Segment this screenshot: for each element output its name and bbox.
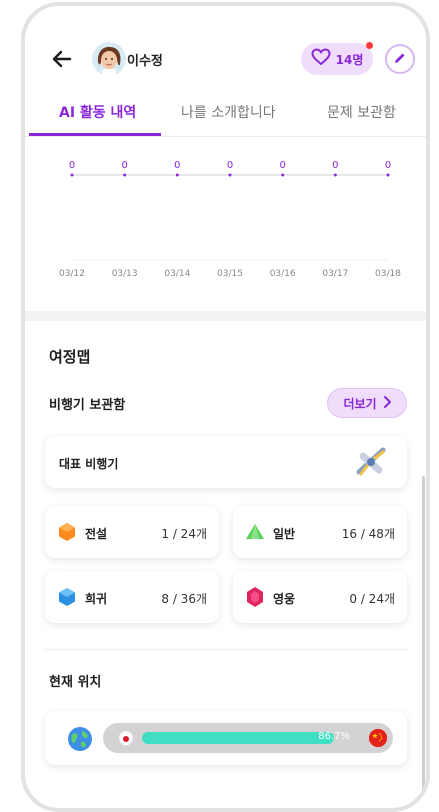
red-gem-icon	[245, 586, 265, 612]
tab-introduce-me[interactable]: 나를 소개합니다	[181, 102, 276, 122]
data-label: 0	[279, 160, 285, 171]
globe-icon	[67, 726, 93, 756]
tab-problem-archive[interactable]: 문제 보관함	[327, 102, 396, 122]
representative-plane-label: 대표 비행기	[59, 457, 119, 471]
profile-screen: 이수정 14명 AI 활동 내역 나를 소개합니다 문제 보관함 0 03/12 0…	[25, 6, 426, 806]
data-point	[228, 173, 232, 177]
x-tick-label: 03/12	[59, 269, 85, 279]
grade-name: 희귀	[85, 592, 108, 606]
active-tab-indicator	[29, 133, 161, 136]
back-arrow-icon[interactable]	[49, 46, 75, 72]
profile-tabs: AI 활동 내역 나를 소개합니다 문제 보관함	[25, 94, 426, 137]
grade-count: 16 / 48개	[341, 527, 395, 541]
representative-plane-card[interactable]: 대표 비행기	[45, 436, 407, 488]
current-location-title: 현재 위치	[49, 675, 102, 690]
x-tick-label: 03/16	[270, 269, 296, 279]
x-tick-label: 03/14	[164, 269, 190, 279]
journey-map-title: 여정맵	[49, 348, 91, 366]
pencil-icon	[393, 50, 407, 69]
data-label: 0	[227, 160, 233, 171]
divider	[45, 649, 407, 650]
orange-hexagon-gem-icon	[57, 522, 77, 546]
x-tick-label: 03/17	[322, 269, 348, 279]
data-point	[175, 173, 179, 177]
data-label: 0	[332, 160, 338, 171]
more-button[interactable]: 더보기	[327, 388, 407, 418]
avatar[interactable]	[92, 42, 126, 76]
data-point	[281, 173, 285, 177]
chevron-right-icon	[383, 395, 391, 411]
grade-name: 일반	[273, 527, 296, 541]
x-tick-label: 03/15	[217, 269, 243, 279]
heart-outline-icon	[311, 48, 331, 70]
tab-ai-activity[interactable]: AI 활동 내역	[59, 102, 136, 122]
grade-count: 8 / 36개	[161, 592, 207, 606]
x-tick-label: 03/13	[112, 269, 138, 279]
phone-frame: 이수정 14명 AI 활동 내역 나를 소개합니다 문제 보관함 0 03/12 0…	[21, 2, 430, 812]
grade-name: 전설	[85, 527, 108, 541]
more-button-label: 더보기	[343, 396, 377, 411]
progress-percent: 86.7%	[318, 731, 350, 742]
activity-chart: 0 03/12 0 03/13 0 03/14 0 03/15 0 03/16 0 03/17 0 03/…	[25, 146, 426, 306]
japan-flag-icon	[119, 731, 133, 746]
section-divider	[25, 311, 426, 321]
data-label: 0	[69, 160, 75, 171]
grade-card-common[interactable]: 일반 16 / 48개	[233, 506, 407, 558]
like-count: 14명	[335, 52, 364, 67]
activity-line-chart: 0 03/12 0 03/13 0 03/14 0 03/15 0 03/16 0 03/17 0 03/…	[59, 160, 401, 279]
x-tick-label: 03/18	[375, 269, 401, 279]
location-progress-bar: 86.7%	[103, 723, 393, 753]
edit-profile-button[interactable]	[385, 44, 415, 74]
grade-card-hero[interactable]: 영웅 0 / 24개	[233, 571, 407, 623]
blue-hexagon-gem-icon	[57, 587, 77, 611]
grade-card-rare[interactable]: 희귀 8 / 36개	[45, 571, 219, 623]
notification-dot	[366, 42, 373, 49]
data-point	[386, 173, 390, 177]
grade-count: 0 / 24개	[349, 592, 395, 606]
data-label: 0	[385, 160, 391, 171]
data-label: 0	[174, 160, 180, 171]
green-triangle-gem-icon	[245, 522, 265, 546]
grade-card-legend[interactable]: 전설 1 / 24개	[45, 506, 219, 558]
china-flag-icon	[369, 729, 387, 747]
data-point	[333, 173, 337, 177]
like-count-button[interactable]: 14명	[301, 43, 373, 75]
airplane-icon	[353, 444, 389, 484]
data-point	[123, 173, 127, 177]
data-label: 0	[121, 160, 127, 171]
grade-count: 1 / 24개	[161, 527, 207, 541]
location-progress-card: 86.7%	[45, 711, 407, 765]
scrollbar[interactable]	[422, 476, 425, 796]
data-point	[70, 173, 74, 177]
hangar-title: 비행기 보관함	[49, 398, 126, 413]
user-name: 이수정	[127, 54, 163, 69]
progress-fill	[142, 732, 334, 744]
grade-name: 영웅	[273, 592, 296, 606]
